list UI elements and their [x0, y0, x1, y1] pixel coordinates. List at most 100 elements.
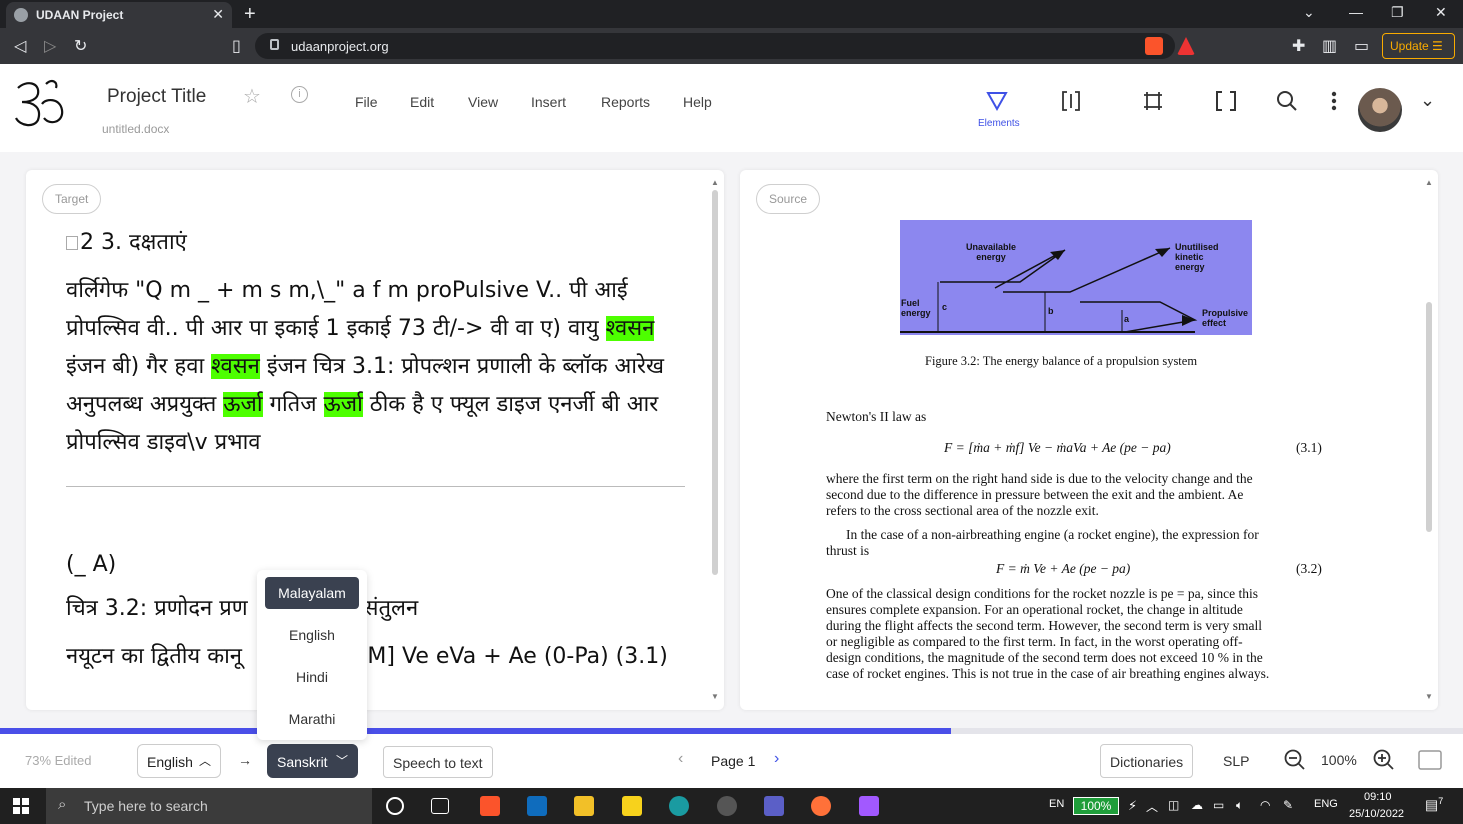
more-vertical-icon[interactable]	[1330, 90, 1338, 112]
cortana-icon[interactable]	[386, 797, 404, 815]
figma-icon[interactable]	[859, 796, 879, 816]
address-bar[interactable]: udaanproject.org	[255, 33, 1175, 59]
scroll-down-icon[interactable]: ▼	[710, 692, 720, 701]
arduino-icon[interactable]	[669, 796, 689, 816]
bookmark-icon[interactable]: ▯	[232, 36, 241, 56]
slp-button[interactable]: SLP	[1223, 753, 1249, 769]
target-para-line-1[interactable]: वर्लिगेफ "Q m _ + m s m,\_" a f m proPul…	[66, 274, 628, 304]
project-title[interactable]: Project Title	[107, 86, 206, 108]
close-window-button[interactable]: ✕	[1435, 4, 1447, 21]
brave-rewards-icon[interactable]	[1177, 37, 1195, 55]
brave-app-icon[interactable]	[480, 796, 500, 816]
split-view-icon[interactable]	[1061, 90, 1081, 112]
tab-search-icon[interactable]: ⌄	[1303, 4, 1315, 21]
highlighted-word[interactable]: श्वसन	[211, 354, 260, 379]
lang-option-marathi[interactable]: Marathi	[265, 703, 359, 735]
prev-page-icon[interactable]: ‹	[678, 750, 683, 768]
back-icon[interactable]: ◁	[14, 36, 26, 56]
scroll-up-icon[interactable]: ▲	[1424, 178, 1434, 187]
wallet-icon[interactable]: ▭	[1354, 36, 1369, 56]
expand-icon[interactable]	[1418, 750, 1442, 770]
highlighted-word[interactable]: ऊर्जा	[323, 392, 363, 417]
search-icon: ⌕	[58, 796, 67, 813]
highlighted-word[interactable]: ऊर्जा	[223, 392, 263, 417]
zoom-in-icon[interactable]	[1373, 749, 1395, 771]
target-language-select[interactable]: Sanskrit ﹀	[267, 744, 358, 778]
scroll-down-icon[interactable]: ▼	[1424, 692, 1434, 701]
tray-overflow-icon[interactable]: ︿	[1146, 798, 1158, 815]
cloud-icon[interactable]: ☁	[1191, 798, 1203, 812]
battery-indicator[interactable]: 100%	[1073, 797, 1119, 815]
forward-icon[interactable]: ▷	[44, 36, 56, 56]
fullscreen-brackets-icon[interactable]	[1215, 90, 1237, 112]
menu-view[interactable]: View	[468, 94, 498, 110]
menu-edit[interactable]: Edit	[410, 94, 434, 110]
star-icon[interactable]: ☆	[243, 84, 261, 109]
menu-insert[interactable]: Insert	[531, 94, 566, 110]
lang-option-hindi[interactable]: Hindi	[265, 661, 359, 693]
new-tab-button[interactable]: +	[244, 3, 256, 26]
target-para-line-3[interactable]: इंजन बी) गैर हवा श्वसन इंजन चित्र 3.1: प…	[66, 350, 664, 380]
doc-icon	[66, 236, 78, 250]
zoom-out-icon[interactable]	[1284, 749, 1306, 771]
browser-tab[interactable]: UDAAN Project ✕	[6, 2, 232, 28]
search-icon[interactable]	[1276, 90, 1298, 112]
pen-icon[interactable]: ✎	[1283, 798, 1293, 812]
teams-icon[interactable]	[764, 796, 784, 816]
menu-reports[interactable]: Reports	[601, 94, 650, 110]
next-page-icon[interactable]: ›	[774, 750, 779, 768]
notification-icon[interactable]: ▤7	[1425, 796, 1443, 814]
sidebar-icon[interactable]: ▥	[1322, 36, 1337, 56]
scroll-thumb[interactable]	[1426, 302, 1432, 532]
speech-to-text-button[interactable]: Speech to text	[383, 746, 493, 778]
battery-tray-icon[interactable]: ▭	[1213, 798, 1224, 812]
figure-caption: Figure 3.2: The energy balance of a prop…	[925, 354, 1198, 368]
network-icon[interactable]: ◫	[1168, 798, 1179, 812]
maximize-button[interactable]: ❐	[1391, 4, 1404, 21]
target-para-line-2[interactable]: प्रोपल्सिव वी.. पी आर पा इकाई 1 इकाई 73 …	[66, 312, 655, 342]
outlook-app-icon[interactable]	[527, 796, 547, 816]
highlighted-word[interactable]: श्वसन	[605, 316, 655, 341]
menu-file[interactable]: File	[355, 94, 378, 110]
extensions-icon[interactable]: ✚	[1292, 36, 1305, 56]
firefox-icon[interactable]	[811, 796, 831, 816]
clock-time[interactable]: 09:10	[1364, 791, 1392, 803]
avatar[interactable]	[1358, 88, 1402, 132]
input-language[interactable]: ENG	[1314, 798, 1338, 810]
crop-frame-icon[interactable]	[1142, 90, 1164, 112]
menu-help[interactable]: Help	[683, 94, 712, 110]
elements-filter-icon[interactable]	[986, 90, 1008, 112]
minimize-button[interactable]: —	[1349, 4, 1363, 20]
chevron-down-icon[interactable]: ⌄	[1420, 90, 1435, 111]
taskbar-search[interactable]: ⌕ Type here to search	[46, 788, 372, 824]
clock-date[interactable]: 25/10/2022	[1349, 808, 1404, 820]
target-text-run: वर्लिगेफ "Q m _ + m s m,\_" a f m proPul…	[66, 278, 628, 303]
volume-icon[interactable]: 🔈︎	[1236, 798, 1243, 813]
scroll-up-icon[interactable]: ▲	[710, 178, 720, 187]
lang-option-malayalam[interactable]: Malayalam	[265, 577, 359, 609]
source-pill: Source	[756, 184, 821, 214]
target-para-line-4[interactable]: अनुपलब्ध अप्रयुक्त ऊर्जा गतिज ऊर्जा ठीक …	[66, 388, 658, 418]
reload-icon[interactable]: ↻	[74, 36, 87, 56]
dictionaries-button[interactable]: Dictionaries	[1100, 744, 1194, 778]
target-line-heading[interactable]: 2 3. दक्षताएं	[66, 226, 187, 256]
update-button[interactable]: Update ☰	[1382, 33, 1455, 59]
file-explorer-icon[interactable]	[574, 796, 594, 816]
source-line: during the flight affects the second ter…	[826, 618, 1262, 633]
target-scrollbar[interactable]: ▲ ▼	[710, 178, 720, 704]
sticky-notes-icon[interactable]	[622, 796, 642, 816]
obs-icon[interactable]	[717, 796, 737, 816]
task-view-icon[interactable]	[431, 798, 449, 814]
info-icon[interactable]: i	[291, 86, 308, 103]
wifi-icon[interactable]: ◠	[1260, 798, 1270, 812]
scroll-thumb[interactable]	[712, 190, 718, 575]
source-scrollbar[interactable]: ▲ ▼	[1424, 178, 1434, 704]
brave-shield-icon[interactable]	[1145, 37, 1163, 55]
target-lower-line-1[interactable]: (_ A)	[66, 552, 116, 577]
source-language-select[interactable]: English ︿	[137, 744, 221, 778]
language-indicator[interactable]: EN	[1049, 798, 1064, 810]
target-para-line-5[interactable]: प्रोपल्सिव डाइव\v प्रभाव	[66, 426, 261, 456]
lang-option-english[interactable]: English	[265, 619, 359, 651]
close-tab-icon[interactable]: ✕	[212, 6, 224, 23]
windows-start-icon[interactable]	[13, 798, 29, 814]
